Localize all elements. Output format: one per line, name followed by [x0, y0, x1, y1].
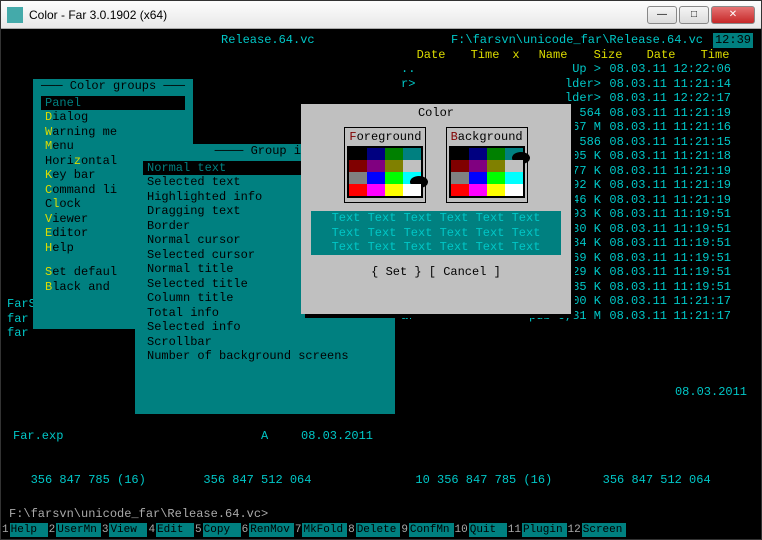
keybar-item[interactable]: 11Plugin [507, 523, 567, 538]
preview-line: Text Text Text Text Text Text [311, 226, 561, 241]
stats-right: 10 356 847 785 (16) 356 847 512 064 [401, 473, 761, 488]
color-swatch[interactable] [505, 172, 523, 184]
group-item[interactable]: Selected info [143, 320, 387, 335]
keybar-item[interactable]: 1Help [1, 523, 48, 538]
color-swatch[interactable] [403, 160, 421, 172]
color-swatch[interactable] [469, 184, 487, 196]
keybar-item[interactable]: 7MkFold [294, 523, 347, 538]
dialog-title: Color [301, 106, 571, 121]
color-group-item[interactable]: Warning me [41, 125, 185, 140]
fg-label: oreground [357, 130, 422, 144]
foreground-section: Foreground [344, 127, 426, 204]
color-swatch[interactable] [385, 184, 403, 196]
keybar-item[interactable]: 10Quit [454, 523, 507, 538]
color-swatch[interactable] [403, 172, 421, 184]
left-footer-attr: A [261, 429, 268, 444]
keybar-item[interactable]: 3View [101, 523, 148, 538]
cancel-button[interactable]: [ Cancel ] [429, 265, 501, 279]
minimize-button[interactable]: — [647, 6, 677, 24]
keybar: 1Help2UserMn3View4Edit5Copy6RenMov7MkFol… [1, 523, 761, 538]
left-footer-file: Far.exp [13, 429, 63, 444]
close-button[interactable]: ✕ [711, 6, 755, 24]
color-swatch[interactable] [349, 160, 367, 172]
keybar-item[interactable]: 6RenMov [241, 523, 294, 538]
color-group-item[interactable]: Dialog [41, 110, 185, 125]
keybar-item[interactable]: 12Screen [567, 523, 627, 538]
color-swatch[interactable] [469, 148, 487, 160]
left-panel-title: Release.64.vc [221, 33, 315, 48]
color-swatch[interactable] [367, 172, 385, 184]
color-swatch[interactable] [487, 184, 505, 196]
keybar-item[interactable]: 9ConfMn [400, 523, 453, 538]
keybar-item[interactable]: 8Delete [347, 523, 400, 538]
set-button[interactable]: { Set } [371, 265, 421, 279]
color-swatch[interactable] [367, 148, 385, 160]
right-panel-footer-date: 08.03.2011 [401, 385, 753, 400]
color-swatch[interactable] [451, 148, 469, 160]
dialog-buttons: { Set } [ Cancel ] [301, 265, 571, 280]
color-swatch[interactable] [505, 148, 523, 160]
color-swatch[interactable] [505, 160, 523, 172]
color-swatch[interactable] [469, 172, 487, 184]
color-swatch[interactable] [403, 148, 421, 160]
keybar-item[interactable]: 5Copy [194, 523, 241, 538]
left-footer-date: 08.03.2011 [301, 429, 373, 444]
background-section: Background [446, 127, 528, 204]
maximize-button[interactable]: □ [679, 6, 709, 24]
color-swatch[interactable] [505, 184, 523, 196]
app-icon [7, 7, 23, 23]
foreground-grid[interactable] [347, 146, 423, 198]
color-swatch[interactable] [403, 184, 421, 196]
color-swatch[interactable] [385, 172, 403, 184]
color-swatch[interactable] [385, 148, 403, 160]
terminal-area: Release.64.vc 12:39 F:\farsvn\unicode_fa… [1, 29, 761, 539]
bg-label: ackground [458, 130, 523, 144]
color-group-item[interactable]: Panel [41, 96, 185, 111]
color-swatch[interactable] [349, 184, 367, 196]
background-grid[interactable] [449, 146, 525, 198]
color-swatch[interactable] [451, 160, 469, 172]
titlebar[interactable]: Color - Far 3.0.1902 (x64) — □ ✕ [1, 1, 761, 29]
command-line[interactable]: F:\farsvn\unicode_far\Release.64.vc> [9, 507, 268, 522]
app-window: Color - Far 3.0.1902 (x64) — □ ✕ Release… [0, 0, 762, 540]
color-swatch[interactable] [367, 160, 385, 172]
table-row[interactable]: r>lder>08.03.1111:21:14 [401, 77, 753, 92]
color-swatch[interactable] [487, 160, 505, 172]
right-panel-path: F:\farsvn\unicode_far\Release.64.vc [401, 33, 753, 48]
keybar-item[interactable]: 2UserMn [48, 523, 101, 538]
preview-line: Text Text Text Text Text Text [311, 211, 561, 226]
window-title: Color - Far 3.0.1902 (x64) [29, 8, 647, 22]
color-swatch[interactable] [385, 160, 403, 172]
color-swatch[interactable] [367, 184, 385, 196]
color-dialog[interactable]: Color Foreground Background Text Text Te… [301, 104, 571, 314]
color-swatch[interactable] [487, 172, 505, 184]
group-item[interactable]: Number of background screens [143, 349, 387, 364]
keybar-item[interactable]: 4Edit [147, 523, 194, 538]
right-panel-header: Date Time x Name Size Date Time [401, 48, 753, 63]
preview-line: Text Text Text Text Text Text [311, 240, 561, 255]
color-swatch[interactable] [451, 184, 469, 196]
color-swatch[interactable] [469, 160, 487, 172]
color-swatch[interactable] [349, 148, 367, 160]
dialog-title: ─── Color groups ─── [33, 79, 193, 94]
color-swatch[interactable] [487, 148, 505, 160]
color-swatch[interactable] [451, 172, 469, 184]
group-item[interactable]: Scrollbar [143, 335, 387, 350]
table-row[interactable]: ..Up >08.03.1112:22:06 [401, 62, 753, 77]
color-swatch[interactable] [349, 172, 367, 184]
